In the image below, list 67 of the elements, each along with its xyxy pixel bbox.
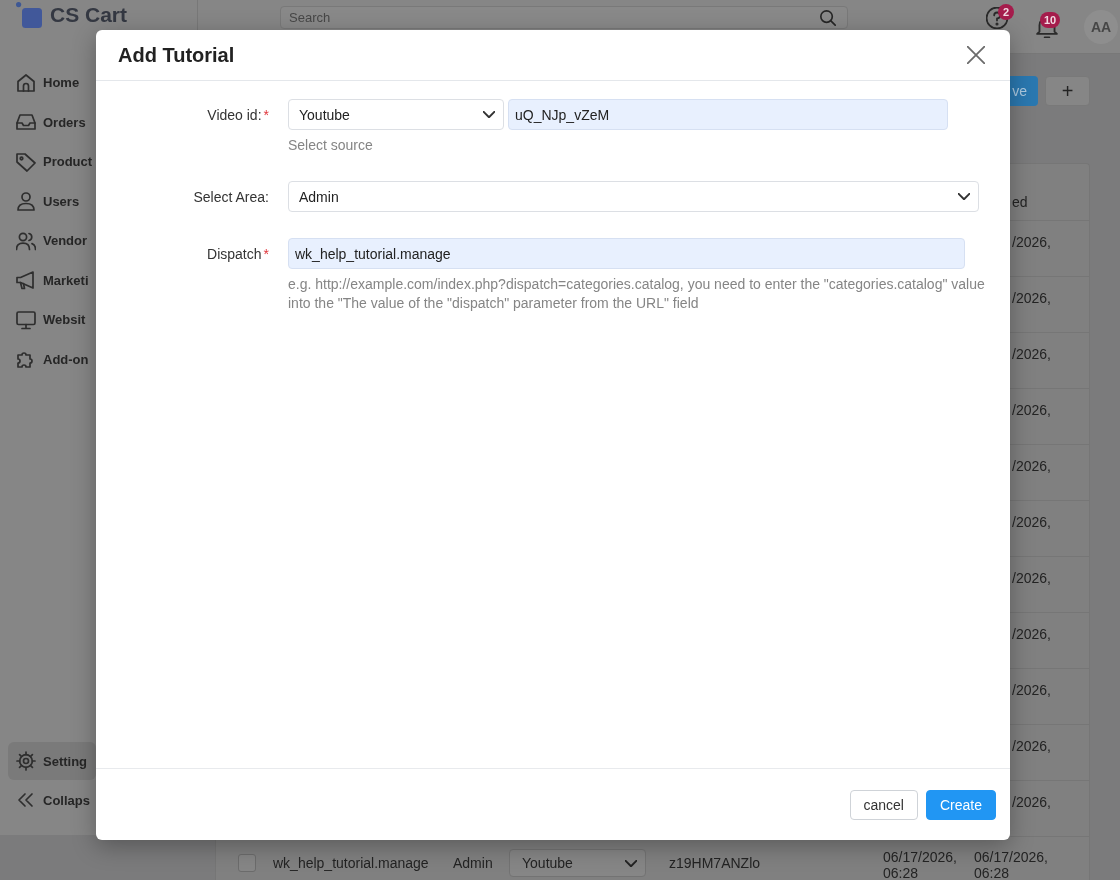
field-label: Select Area: [193, 188, 269, 205]
sidebar-item[interactable]: Add-on [8, 339, 96, 379]
sidebar-item[interactable]: Marketi [8, 260, 96, 300]
megaphone-icon [16, 270, 36, 291]
dropdown[interactable]: Youtube [288, 99, 504, 130]
table-cell: /2026, [1012, 681, 1051, 699]
table-cell: wk_help_tutorial.manage [273, 854, 429, 872]
sidebar-item[interactable]: Product [8, 142, 96, 182]
user-icon [16, 191, 36, 212]
logo-text: CS Cart [50, 3, 128, 27]
home-icon [16, 72, 36, 93]
table-cell: /2026, [1012, 233, 1051, 251]
table-cell: /2026, [1012, 793, 1051, 811]
sidebar-item[interactable]: Home [8, 63, 96, 103]
users-icon [16, 230, 36, 251]
logo-icon [16, 2, 42, 28]
table-cell: /2026, [1012, 345, 1051, 363]
user-avatar[interactable]: AA [1084, 10, 1118, 44]
table-cell: /2026, [1012, 737, 1051, 755]
table-cell: Admin [453, 854, 493, 872]
cancel-button[interactable]: cancel [849, 789, 918, 820]
table-cell: /2026, [1012, 569, 1051, 587]
dropdown[interactable]: Admin [288, 181, 979, 212]
puzzle-icon [16, 349, 36, 370]
count-badge: 10 [1040, 12, 1061, 28]
table-cell: /2026, [1012, 457, 1051, 475]
chevron-down-icon [625, 859, 637, 867]
sidebar-item[interactable]: Vendor [8, 221, 96, 261]
text-field[interactable]: wk_help_tutorial.manage [288, 238, 965, 269]
save-button[interactable]: ve [1010, 76, 1038, 106]
add-button[interactable]: + [1045, 76, 1090, 106]
search-icon [820, 9, 836, 26]
table-cell-text: 06/17/2026, 06:28 [974, 849, 1049, 880]
chevrons-left-icon [16, 790, 36, 810]
count-badge: 2 [998, 4, 1014, 20]
monitor-icon [16, 309, 36, 330]
column-header: ed [1012, 193, 1028, 211]
tag-icon [16, 151, 36, 172]
chevron-down-icon [958, 193, 970, 200]
field-label: Dispatch [207, 245, 262, 262]
table-cell: /2026, [1012, 625, 1051, 643]
modal-title: Add Tutorial [118, 43, 235, 67]
gear-icon [16, 751, 36, 771]
table-cell: /2026, [1012, 401, 1051, 419]
required-mark: * [263, 106, 269, 123]
sidebar-item[interactable]: Orders [8, 102, 96, 142]
collapse-button[interactable]: Collaps [8, 781, 96, 819]
close-button[interactable] [967, 46, 985, 64]
text-field[interactable]: uQ_NJp_vZeM [508, 99, 948, 130]
table-cell: /2026, [1012, 513, 1051, 531]
chevron-down-icon [483, 111, 495, 118]
dropdown[interactable]: Youtube [509, 849, 646, 877]
field-label: Video id: [207, 106, 262, 123]
row-checkbox[interactable] [238, 854, 256, 872]
required-mark: * [263, 245, 269, 262]
sidebar-item[interactable]: Websit [8, 300, 96, 340]
table-cell: /2026, [1012, 289, 1051, 307]
help-text: Select source [288, 136, 374, 155]
table-cell: z19HM7ANZlo [669, 854, 761, 872]
close-icon [967, 46, 985, 64]
inbox-icon [16, 112, 36, 133]
table-cell-text: 06/17/2026, 06:28 [883, 849, 958, 880]
sidebar-item[interactable]: Users [8, 181, 96, 221]
help-text: e.g. http://example.com/index.php?dispatch=categories.catalog, you need to enter the "categories.catalog" value into the "The value of the "dispatch" parameter from the URL" field [288, 275, 986, 313]
search-field[interactable]: Search [280, 6, 848, 29]
sidebar-item[interactable]: Setting [8, 742, 96, 780]
create-button[interactable]: Create [925, 789, 996, 820]
